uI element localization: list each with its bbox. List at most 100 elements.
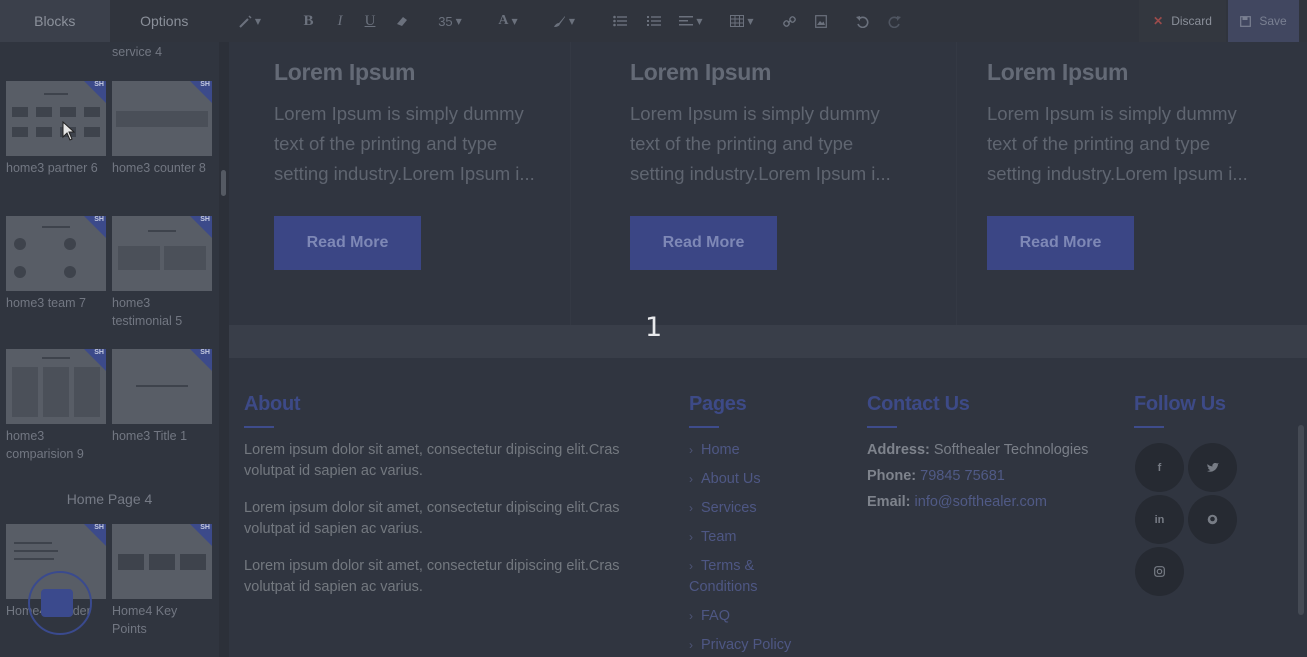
table-icon: [730, 15, 745, 27]
magic-wand-button[interactable]: ▼: [230, 0, 270, 42]
block-home3-testimonial-5[interactable]: SH home3 testimonial 5: [112, 216, 212, 330]
unordered-list-icon: [613, 15, 627, 27]
font-size-value: 35: [438, 13, 453, 29]
chevron-right-icon: ›: [689, 472, 693, 486]
github-icon: [1207, 514, 1218, 525]
instagram-button[interactable]: [1135, 547, 1184, 596]
chevron-right-icon: ›: [689, 638, 693, 652]
section-title-home-page-4: Home Page 4: [66, 491, 153, 507]
tab-blocks[interactable]: Blocks: [0, 0, 110, 42]
footer-link-privacy-policy[interactable]: › Privacy Policy: [689, 635, 819, 656]
sh-badge: SH: [200, 349, 210, 356]
save-label: Save: [1259, 14, 1287, 28]
link-label: Home: [701, 442, 740, 458]
panel-scrollbar[interactable]: [219, 42, 229, 657]
read-more-button[interactable]: Read More: [987, 216, 1134, 270]
footer-follow-title: Follow Us: [1134, 393, 1226, 415]
link-label: Terms & Conditions: [689, 558, 758, 595]
block-home3-comparision-9[interactable]: SH home3 comparision 9: [6, 349, 106, 463]
block-home3-title-1[interactable]: SH home3 Title 1: [112, 349, 212, 445]
read-more-button[interactable]: Read More: [630, 216, 777, 270]
font-color-icon: A: [498, 13, 509, 28]
align-icon: [679, 16, 694, 26]
format-tools: ▼ B I U 35 ▼ A ▼ ▼ ▼ ▼: [230, 0, 909, 42]
footer-link-services[interactable]: › Services: [689, 498, 819, 519]
undo-button[interactable]: [845, 0, 879, 42]
footer-pages-title: Pages: [689, 393, 747, 415]
linkedin-button[interactable]: in: [1135, 495, 1184, 544]
email-link[interactable]: info@softhealer.com: [915, 494, 1047, 510]
facebook-button[interactable]: f: [1135, 443, 1184, 492]
heading-underline: [244, 426, 274, 428]
ordered-list-icon: [647, 16, 661, 26]
address-label: Address:: [867, 442, 930, 458]
footer-about-title: About: [244, 393, 301, 415]
align-button[interactable]: ▼: [671, 0, 711, 42]
block-home3-team-7[interactable]: SH home3 team 7: [6, 216, 106, 312]
font-size-select[interactable]: 35 ▼: [425, 0, 475, 42]
card-text: Lorem Ipsum is simply dummy text of the …: [630, 103, 891, 184]
font-color-button[interactable]: A ▼: [485, 0, 531, 42]
section-band: [229, 325, 1307, 358]
service-card[interactable]: Lorem Ipsum Lorem Ipsum is simply dummy …: [630, 59, 902, 189]
footer-link-home[interactable]: › Home: [689, 440, 819, 461]
table-button[interactable]: ▼: [721, 0, 763, 42]
chevron-down-icon: ▼: [696, 16, 703, 26]
link-label: About Us: [701, 471, 761, 487]
canvas-scrollbar-thumb[interactable]: [1298, 425, 1304, 615]
block-home3-partner-6[interactable]: SH home3 partner 6: [6, 81, 106, 177]
sh-badge: SH: [94, 524, 104, 531]
phone-link[interactable]: 79845 75681: [920, 468, 1005, 484]
sh-badge: SH: [94, 216, 104, 223]
phone-label: Phone:: [867, 468, 917, 484]
about-paragraph: Lorem ipsum dolor sit amet, consectetur …: [244, 442, 620, 479]
page-number: 1: [645, 312, 663, 343]
eraser-button[interactable]: [385, 0, 419, 42]
image-button[interactable]: [805, 0, 837, 42]
page-canvas: Lorem Ipsum Lorem Ipsum is simply dummy …: [229, 42, 1307, 657]
italic-button[interactable]: I: [325, 0, 355, 42]
panel-scrollbar-thumb[interactable]: [221, 170, 226, 196]
twitter-icon: [1206, 462, 1219, 472]
partner-grid-thumbnail: SH: [6, 81, 106, 156]
unordered-list-button[interactable]: [603, 0, 637, 42]
footer-contact-title: Contact Us: [867, 393, 970, 415]
redo-icon: [888, 15, 901, 28]
chevron-down-icon: ▼: [511, 16, 518, 26]
bold-button[interactable]: B: [292, 0, 325, 42]
ordered-list-button[interactable]: [637, 0, 671, 42]
redo-button[interactable]: [879, 0, 909, 42]
tab-options[interactable]: Options: [110, 0, 220, 42]
footer-link-about-us[interactable]: › About Us: [689, 469, 819, 490]
bold-icon: B: [303, 12, 314, 29]
contact-address: Address: Softhealer Technologies: [867, 440, 1088, 461]
link-icon: [782, 15, 796, 27]
service-card[interactable]: Lorem Ipsum Lorem Ipsum is simply dummy …: [274, 59, 546, 189]
brush-button[interactable]: ▼: [541, 0, 587, 42]
chevron-right-icon: ›: [689, 530, 693, 544]
footer-link-faq[interactable]: › FAQ: [689, 606, 819, 627]
footer-link-terms[interactable]: › Terms & Conditions: [689, 556, 789, 598]
comparison-table-thumbnail: SH: [6, 349, 106, 424]
save-button[interactable]: Save: [1228, 0, 1299, 42]
block-label-partial: service 4: [112, 45, 163, 59]
block-label: home3 testimonial 5: [112, 296, 183, 328]
address-value: Softhealer Technologies: [933, 442, 1089, 458]
block-home3-counter-8[interactable]: SH home3 counter 8: [112, 81, 212, 177]
card-text: Lorem Ipsum is simply dummy text of the …: [274, 103, 535, 184]
read-more-button[interactable]: Read More: [274, 216, 421, 270]
link-label: Team: [701, 529, 737, 545]
block-home4-key-points[interactable]: SH Home4 Key Points: [112, 524, 212, 638]
card-title: Lorem Ipsum: [630, 59, 772, 85]
about-paragraph: Lorem ipsum dolor sit amet, consectetur …: [244, 500, 620, 537]
sh-badge: SH: [200, 524, 210, 531]
discard-button[interactable]: ✕ Discard: [1139, 0, 1226, 42]
footer-link-team[interactable]: › Team: [689, 527, 819, 548]
github-button[interactable]: [1188, 495, 1237, 544]
block-label: home3 team 7: [6, 296, 86, 310]
twitter-button[interactable]: [1188, 443, 1237, 492]
service-card[interactable]: Lorem Ipsum Lorem Ipsum is simply dummy …: [987, 59, 1259, 189]
link-button[interactable]: [773, 0, 805, 42]
discard-label: Discard: [1171, 14, 1212, 28]
underline-button[interactable]: U: [355, 0, 385, 42]
